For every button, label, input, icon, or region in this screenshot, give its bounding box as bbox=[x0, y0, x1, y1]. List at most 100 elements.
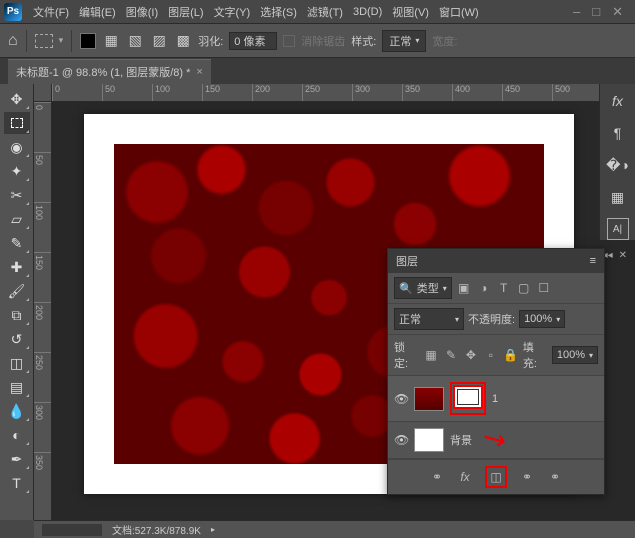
menu-select[interactable]: 选择(S) bbox=[255, 1, 302, 23]
character-icon[interactable]: A| bbox=[607, 218, 629, 240]
layer-row-1[interactable]: 👁 1 bbox=[388, 376, 604, 422]
opacity-input[interactable]: 100%▾ bbox=[519, 310, 565, 328]
layers-panel-title: 图层 bbox=[396, 253, 418, 269]
menu-layer[interactable]: 图层(L) bbox=[163, 1, 208, 23]
lock-all-icon[interactable]: 🔒 bbox=[503, 347, 519, 363]
layer-filter-dropdown[interactable]: 🔍 类型 ▾ bbox=[394, 277, 452, 299]
menu-3d[interactable]: 3D(D) bbox=[348, 3, 387, 21]
ruler-corner bbox=[34, 84, 52, 102]
tab-title: 未标题-1 @ 98.8% (1, 图层蒙版/8) * bbox=[16, 64, 190, 80]
frame-tool[interactable]: ▱ bbox=[4, 208, 30, 230]
fx-icon[interactable]: fx bbox=[607, 90, 629, 112]
annotation-mask-highlight bbox=[450, 382, 486, 415]
menu-bar: Ps 文件(F) 编辑(E) 图像(I) 图层(L) 文字(Y) 选择(S) 滤… bbox=[0, 0, 635, 24]
brush-tool[interactable]: 🖌 bbox=[4, 280, 30, 302]
layer-thumbnail[interactable] bbox=[414, 387, 444, 411]
opacity-label: 不透明度: bbox=[468, 311, 515, 327]
add-mask-icon[interactable]: ◫ bbox=[488, 469, 504, 485]
marquee-tool[interactable] bbox=[4, 112, 30, 134]
pen-tool[interactable]: ✒ bbox=[4, 448, 30, 470]
layer-row-background[interactable]: 👁 背景 bbox=[388, 422, 604, 459]
filter-shape-icon[interactable]: ▢ bbox=[516, 280, 532, 296]
filter-type-icon[interactable]: T bbox=[496, 280, 512, 296]
crop-tool[interactable]: ✂ bbox=[4, 184, 30, 206]
menu-type[interactable]: 文字(Y) bbox=[209, 1, 256, 23]
color-icon[interactable]: ▦ bbox=[607, 186, 629, 208]
link-layers-icon[interactable]: ⚭ bbox=[429, 469, 445, 485]
right-panel-strip: fx ¶ �◑ ▦ A| bbox=[599, 84, 635, 240]
gradient-tool[interactable]: ▤ bbox=[4, 376, 30, 398]
ruler-vertical: 050100150200250300350 bbox=[34, 102, 52, 520]
visibility-toggle-icon[interactable]: 👁 bbox=[394, 392, 408, 406]
marquee-preset-icon[interactable] bbox=[35, 34, 53, 48]
status-bar: 文档:527.3K/878.9K ▸ bbox=[34, 520, 635, 538]
panel-menu-icon[interactable]: ≡ bbox=[590, 255, 596, 267]
layers-panel: 图层 ≡ 🔍 类型 ▾ ▣ ◑ T ▢ ☐ 正常▾ 不透明度: 100%▾ 锁定… bbox=[387, 248, 605, 495]
lock-position-icon[interactable]: ✥ bbox=[463, 347, 479, 363]
antialias-label: 消除锯齿 bbox=[301, 33, 345, 49]
tab-close-icon[interactable]: × bbox=[196, 66, 202, 78]
lock-artboard-icon[interactable]: ▫ bbox=[483, 347, 499, 363]
horizontal-scrollbar[interactable] bbox=[42, 524, 102, 536]
feather-input[interactable] bbox=[229, 32, 277, 50]
window-close[interactable]: ✕ bbox=[612, 4, 623, 20]
filter-image-icon[interactable]: ▣ bbox=[456, 280, 472, 296]
window-maximize[interactable]: □ bbox=[592, 4, 600, 20]
intersect-selection-icon[interactable]: ▩ bbox=[174, 32, 192, 50]
ruler-horizontal: 050100150200250300350400450500 bbox=[52, 84, 635, 102]
healing-brush-tool[interactable]: ✚ bbox=[4, 256, 30, 278]
lasso-tool[interactable]: ◉ bbox=[4, 136, 30, 158]
home-icon[interactable]: ⌂ bbox=[8, 32, 18, 50]
window-minimize[interactable]: – bbox=[573, 4, 580, 20]
paragraph-icon[interactable]: ¶ bbox=[607, 122, 629, 144]
swatches-icon[interactable]: �◑ bbox=[607, 154, 629, 176]
panel-menu-close-icon[interactable]: ✕ bbox=[619, 250, 627, 261]
menu-filter[interactable]: 滤镜(T) bbox=[302, 1, 348, 23]
lock-transparency-icon[interactable]: ▦ bbox=[423, 347, 439, 363]
document-tab[interactable]: 未标题-1 @ 98.8% (1, 图层蒙版/8) * × bbox=[8, 59, 211, 84]
layer-name[interactable]: 背景 bbox=[450, 432, 472, 448]
document-tab-bar: 未标题-1 @ 98.8% (1, 图层蒙版/8) * × bbox=[0, 58, 635, 84]
doc-size-label: 文档:527.3K/878.9K bbox=[112, 522, 201, 537]
move-tool[interactable]: ✥ bbox=[4, 88, 30, 110]
menu-view[interactable]: 视图(V) bbox=[387, 1, 434, 23]
eyedropper-tool[interactable]: ✎ bbox=[4, 232, 30, 254]
menu-window[interactable]: 窗口(W) bbox=[434, 1, 484, 23]
add-selection-icon[interactable]: ▧ bbox=[126, 32, 144, 50]
menu-file[interactable]: 文件(F) bbox=[28, 1, 74, 23]
layer-thumbnail[interactable] bbox=[414, 428, 444, 452]
layer-name[interactable]: 1 bbox=[492, 393, 498, 405]
filter-adjustment-icon[interactable]: ◑ bbox=[476, 280, 492, 296]
fill-input[interactable]: 100%▾ bbox=[552, 346, 598, 364]
type-tool[interactable]: T bbox=[4, 472, 30, 494]
blend-mode-dropdown[interactable]: 正常▾ bbox=[394, 308, 464, 330]
new-layer-icon[interactable]: ⚭ bbox=[547, 469, 563, 485]
annotation-mask-btn-highlight: ◫ bbox=[485, 466, 507, 488]
subtract-selection-icon[interactable]: ▨ bbox=[150, 32, 168, 50]
new-group-icon[interactable]: ⚭ bbox=[519, 469, 535, 485]
feather-label: 羽化: bbox=[198, 33, 223, 49]
magic-wand-tool[interactable]: ✦ bbox=[4, 160, 30, 182]
blur-tool[interactable]: 💧 bbox=[4, 400, 30, 422]
style-dropdown[interactable]: 正常▾ bbox=[382, 30, 426, 52]
layer-fx-icon[interactable]: fx bbox=[457, 469, 473, 485]
options-bar: ⌂ ▾ ▦ ▧ ▨ ▩ 羽化: 消除锯齿 样式: 正常▾ 宽度: bbox=[0, 24, 635, 58]
layer-mask-thumbnail[interactable] bbox=[453, 385, 483, 409]
new-selection-icon[interactable]: ▦ bbox=[102, 32, 120, 50]
style-label: 样式: bbox=[351, 33, 376, 49]
lock-paint-icon[interactable]: ✎ bbox=[443, 347, 459, 363]
clone-stamp-tool[interactable]: ⧉ bbox=[4, 304, 30, 326]
filter-smart-icon[interactable]: ☐ bbox=[536, 280, 552, 296]
dodge-tool[interactable]: ◐ bbox=[4, 424, 30, 446]
menu-image[interactable]: 图像(I) bbox=[121, 1, 163, 23]
eraser-tool[interactable]: ◫ bbox=[4, 352, 30, 374]
width-label: 宽度: bbox=[432, 33, 457, 49]
lock-label: 锁定: bbox=[394, 339, 419, 371]
menu-edit[interactable]: 编辑(E) bbox=[74, 1, 121, 23]
antialias-checkbox[interactable] bbox=[283, 35, 295, 47]
history-brush-tool[interactable]: ↺ bbox=[4, 328, 30, 350]
visibility-toggle-icon[interactable]: 👁 bbox=[394, 433, 408, 447]
fill-swatch[interactable] bbox=[80, 33, 96, 49]
fill-label: 填充: bbox=[523, 339, 548, 371]
toolbox: ✥ ◉ ✦ ✂ ▱ ✎ ✚ 🖌 ⧉ ↺ ◫ ▤ 💧 ◐ ✒ T bbox=[0, 84, 34, 520]
